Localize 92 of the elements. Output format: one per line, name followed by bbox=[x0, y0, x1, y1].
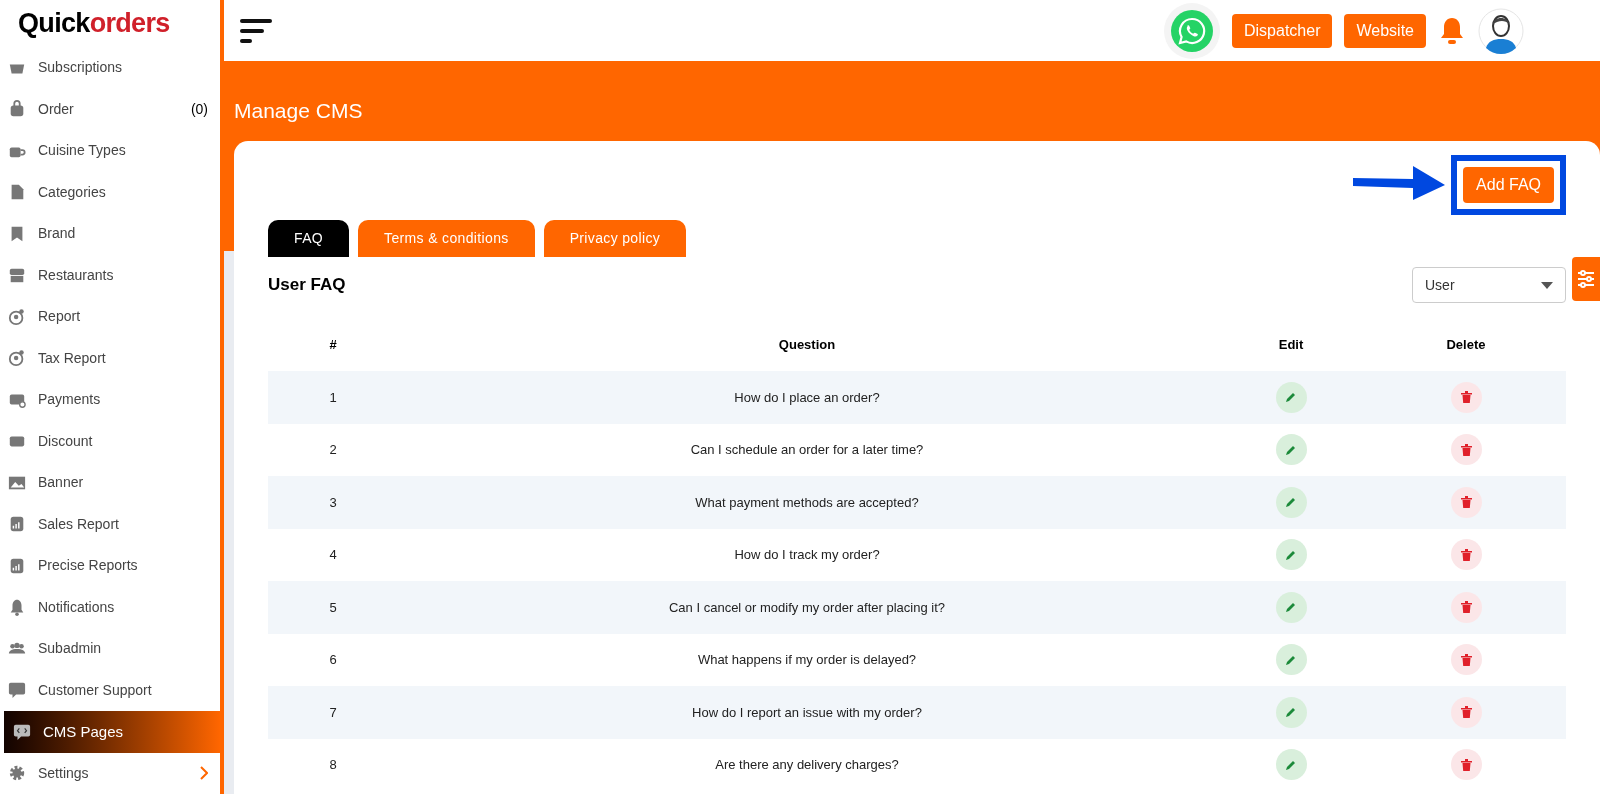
edit-button[interactable] bbox=[1275, 434, 1307, 466]
sidebar-item[interactable]: Cuisine Types bbox=[0, 130, 220, 172]
column-header: Delete bbox=[1366, 319, 1566, 371]
delete-button[interactable] bbox=[1450, 539, 1482, 571]
delete-button[interactable] bbox=[1450, 434, 1482, 466]
code-chat-icon bbox=[13, 722, 31, 741]
dropdown-value: User bbox=[1425, 275, 1455, 295]
trash-icon bbox=[1460, 548, 1472, 561]
table-cell: 1 bbox=[268, 371, 398, 424]
sliders-icon bbox=[1577, 269, 1595, 289]
edit-button[interactable] bbox=[1275, 381, 1307, 413]
trash-icon bbox=[1460, 706, 1472, 719]
settings-icon bbox=[8, 764, 26, 783]
pencil-icon bbox=[1285, 758, 1297, 771]
delete-button[interactable] bbox=[1450, 644, 1482, 676]
edit-button[interactable] bbox=[1275, 749, 1307, 781]
page-title: Manage CMS bbox=[234, 98, 364, 124]
section-title: User FAQ bbox=[268, 274, 346, 297]
bell-icon bbox=[8, 598, 26, 617]
table-cell: How do I place an order? bbox=[398, 371, 1216, 424]
table-cell: 4 bbox=[268, 528, 398, 581]
edit-button[interactable] bbox=[1275, 591, 1307, 623]
chat-icon bbox=[8, 681, 26, 700]
sidebar-item[interactable]: Brand bbox=[0, 213, 220, 255]
table-cell: 3 bbox=[268, 476, 398, 529]
delete-button[interactable] bbox=[1450, 381, 1482, 413]
table-cell: What payment methods are accepted? bbox=[398, 476, 1216, 529]
sidebar-item[interactable]: Sales Report bbox=[0, 503, 220, 545]
settings-panel-tab[interactable] bbox=[1572, 257, 1600, 301]
bag-icon bbox=[8, 100, 26, 119]
sidebar-item[interactable]: Tax Report bbox=[0, 337, 220, 379]
table-cell: 7 bbox=[268, 686, 398, 739]
sidebar-item[interactable]: Customer Support bbox=[0, 669, 220, 711]
chart-icon bbox=[8, 515, 26, 534]
trash-icon bbox=[1460, 443, 1472, 456]
chart-icon bbox=[8, 556, 26, 575]
table-cell: 8 bbox=[268, 738, 398, 791]
sidebar-item[interactable]: Settings bbox=[0, 752, 220, 794]
logo: Quickorders bbox=[17, 7, 171, 41]
sidebar-item[interactable]: Discount bbox=[0, 420, 220, 462]
whatsapp-icon[interactable] bbox=[1171, 9, 1213, 52]
edit-button[interactable] bbox=[1275, 644, 1307, 676]
delete-button[interactable] bbox=[1450, 591, 1482, 623]
user-dropdown[interactable]: User bbox=[1412, 267, 1566, 303]
pencil-icon bbox=[1285, 653, 1297, 666]
edit-button[interactable] bbox=[1275, 486, 1307, 518]
sidebar-item[interactable]: CMS Pages bbox=[4, 711, 220, 753]
trash-icon bbox=[1460, 391, 1472, 404]
edit-button[interactable] bbox=[1275, 696, 1307, 728]
sidebar-item[interactable]: Report bbox=[0, 296, 220, 338]
table-cell: 2 bbox=[268, 423, 398, 476]
pencil-icon bbox=[1285, 706, 1297, 719]
trash-icon bbox=[1460, 496, 1472, 509]
trash-icon bbox=[1460, 653, 1472, 666]
delete-button[interactable] bbox=[1450, 749, 1482, 781]
pencil-icon bbox=[1285, 496, 1297, 509]
table-cell: 5 bbox=[268, 581, 398, 634]
table-cell: What happens if my order is delayed? bbox=[398, 633, 1216, 686]
pencil-icon bbox=[1285, 443, 1297, 456]
pencil-icon bbox=[1285, 391, 1297, 404]
trash-icon bbox=[1460, 601, 1472, 614]
bell-icon[interactable] bbox=[1438, 15, 1466, 46]
caret-icon bbox=[1541, 281, 1553, 289]
store-icon bbox=[8, 266, 26, 285]
sidebar-item[interactable]: Payments bbox=[0, 379, 220, 421]
table-cell: 6 bbox=[268, 633, 398, 686]
sidebar-item[interactable]: Notifications bbox=[0, 586, 220, 628]
column-header: # bbox=[268, 319, 398, 371]
sidebar-item[interactable]: Restaurants bbox=[0, 254, 220, 296]
column-header: Question bbox=[398, 319, 1216, 371]
sidebar-item[interactable]: Order (0) bbox=[0, 88, 220, 130]
trash-icon bbox=[1460, 758, 1472, 771]
sidebar-item[interactable]: Precise Reports bbox=[0, 545, 220, 587]
table-cell: How do I report an issue with my order? bbox=[398, 686, 1216, 739]
table-cell: Can I cancel or modify my order after placing it? bbox=[398, 581, 1216, 634]
menu-icon[interactable] bbox=[240, 18, 272, 43]
sidebar-item[interactable]: Banner bbox=[0, 462, 220, 504]
sidebar-item[interactable]: Subadmin bbox=[0, 628, 220, 670]
sidebar-item[interactable]: Subscriptions bbox=[0, 47, 220, 89]
pencil-icon bbox=[1285, 601, 1297, 614]
column-header: Edit bbox=[1216, 319, 1366, 371]
pencil-icon bbox=[1285, 548, 1297, 561]
delete-button[interactable] bbox=[1450, 696, 1482, 728]
delete-button[interactable] bbox=[1450, 486, 1482, 518]
tab[interactable]: FAQ bbox=[268, 220, 350, 257]
table-cell: Can I schedule an order for a later time? bbox=[398, 423, 1216, 476]
sidebar-item[interactable]: Categories bbox=[0, 171, 220, 213]
table-cell: Are there any delivery charges? bbox=[398, 738, 1216, 791]
avatar-icon[interactable] bbox=[1478, 7, 1524, 54]
table-cell: How do I track my order? bbox=[398, 528, 1216, 581]
order-count: (0) bbox=[190, 99, 208, 119]
edit-button[interactable] bbox=[1275, 539, 1307, 571]
